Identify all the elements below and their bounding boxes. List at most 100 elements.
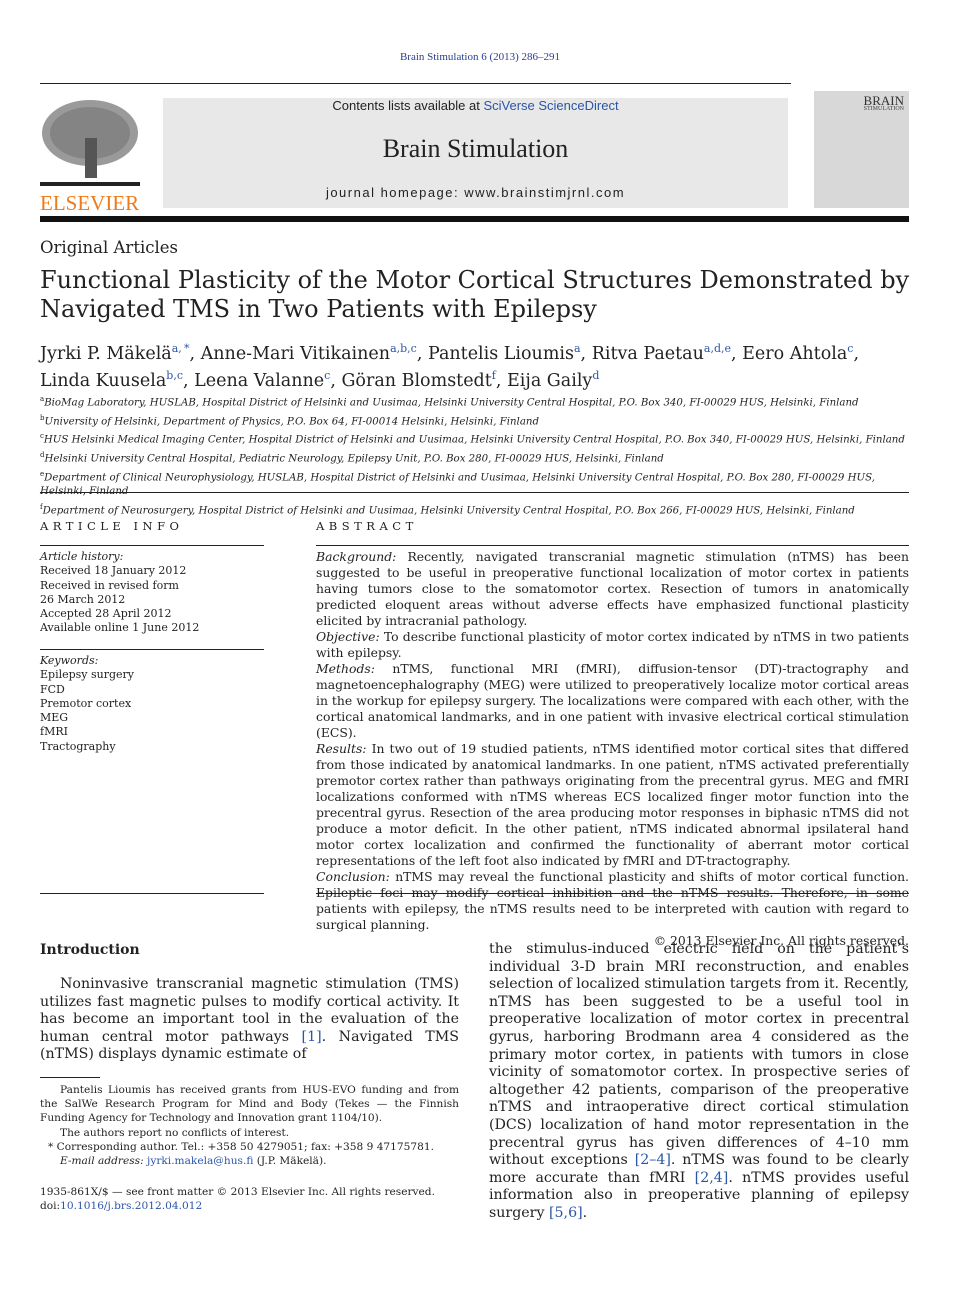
abstract-section-label: Conclusion: [316,869,390,884]
affiliation: dHelsinki University Central Hospital, P… [40,448,920,467]
abstract-section-text: nTMS, functional MRI (fMRI), diffusion-t… [316,661,909,740]
author-separator: , [853,343,860,364]
contents-prefix: Contents lists available at [332,98,484,113]
divider [316,545,909,546]
author-name[interactable]: Linda Kuusela [40,371,166,391]
email-label: E-mail address: [60,1155,144,1168]
keyword: Tractography [40,739,116,753]
abstract-section-methods: Methods: nTMS, functional MRI (fMRI), di… [316,661,909,741]
author-name[interactable]: Eija Gaily [507,371,592,391]
author-affiliation-marks[interactable]: a, * [172,342,190,355]
journal-cover-thumbnail[interactable]: BRAIN STIMULATION [814,91,909,208]
abstract-section-text: In two out of 19 studied patients, nTMS … [316,741,909,868]
article-title: Functional Plasticity of the Motor Corti… [40,266,910,323]
abstract-section-text: To describe functional plasticity of mot… [316,629,909,660]
author-name[interactable]: Ritva Paetau [592,344,704,364]
keyword: Premotor cortex [40,696,132,710]
author-name[interactable]: Anne-Mari Vitikainen [201,344,390,364]
affiliation-text: University of Helsinki, Department of Ph… [44,416,539,428]
elsevier-logo[interactable]: ELSEVIER [40,98,140,214]
front-matter-text: 1935-861X/$ — see front matter © 2013 El… [40,1186,435,1198]
abstract-section-label: Methods: [316,661,375,676]
author-separator: , [580,343,592,364]
history-item: Available online 1 June 2012 [40,621,200,635]
footnote-divider [40,1077,100,1078]
email-footnote: E-mail address: jyrki.makela@hus.fi (J.P… [40,1154,459,1168]
author-name[interactable]: Pantelis Lioumis [428,344,574,364]
divider [40,893,264,894]
author-separator: , [731,343,743,364]
journal-citation[interactable]: Brain Stimulation 6 (2013) 286–291 [0,51,960,63]
divider [40,492,909,493]
corresponding-footnote: * Corresponding author. Tel.: +358 50 42… [48,1140,434,1153]
front-matter: 1935-861X/$ — see front matter © 2013 El… [40,1185,459,1213]
author-name[interactable]: Leena Valanne [194,371,324,391]
author-list: Jyrki P. Mäkeläa, *, Anne-Mari Vitikaine… [40,338,920,392]
funding-footnote: Pantelis Lioumis has received grants fro… [40,1084,459,1125]
intro-paragraph-1: Noninvasive transcranial magnetic stimul… [40,976,459,1064]
author-name[interactable]: Eero Ahtola [742,344,847,364]
abstract-body: Background: Recently, navigated transcra… [316,549,909,949]
elsevier-tree-icon [40,100,140,186]
author-separator: , [495,370,508,391]
email-link[interactable]: jyrki.makela@hus.fi [147,1155,253,1167]
keyword-list: Epilepsy surgery FCD Premotor cortex MEG fMR… [40,668,264,754]
author-separator: , [330,370,342,391]
author-separator: , [416,343,428,364]
affiliation-text: Department of Neurosurgery, Hospital Dis… [42,505,855,517]
keywords-label: Keywords: [40,654,99,667]
body-text: the stimulus-induced electric field on t… [489,941,909,1169]
article-page: Brain Stimulation 6 (2013) 286–291 ELSEV… [0,0,960,1290]
body-text: . [582,1204,588,1221]
cover-subtitle: STIMULATION [863,106,904,112]
author-name[interactable]: Jyrki P. Mäkelä [40,344,172,364]
affiliation-text: Helsinki University Central Hospital, Pe… [44,453,664,465]
email-owner: (J.P. Mäkelä). [253,1155,327,1168]
author-affiliation-marks[interactable]: b,c [166,369,183,382]
keyword: Epilepsy surgery [40,668,135,682]
history-item: Accepted 28 April 2012 [40,607,172,621]
author-separator: , [183,370,195,391]
contents-line: Contents lists available at SciVerse Sci… [163,98,788,114]
journal-title: Brain Stimulation [382,134,569,163]
journal-homepage[interactable]: journal homepage: www.brainstimjrnl.com [163,185,788,200]
abstract-section-objective: Objective: To describe functional plasti… [316,629,909,661]
author-affiliation-marks[interactable]: a,b,c [390,342,417,355]
citation-link[interactable]: [2–4] [635,1152,671,1168]
footnotes: Pantelis Lioumis has received grants fro… [40,1083,459,1168]
affiliation-list: aBioMag Laboratory, HUSLAB, Hospital Dis… [40,392,920,518]
citation-link[interactable]: [2,4] [695,1170,729,1186]
conflicts-footnote: The authors report no conflicts of inter… [60,1126,290,1139]
doi-label: doi: [40,1200,61,1213]
article-info-heading: ARTICLE INFO [40,519,184,533]
doi-link[interactable]: 10.1016/j.brs.2012.04.012 [60,1200,202,1212]
author-affiliation-marks[interactable]: d [592,369,599,382]
citation-link[interactable]: [1] [302,1029,322,1045]
divider [40,649,264,650]
keyword: FCD [40,682,65,696]
sciencedirect-link[interactable]: SciVerse ScienceDirect [483,98,618,113]
citation-link[interactable]: [5,6] [549,1205,583,1221]
divider [40,545,264,546]
history-label: Article history: [40,550,124,563]
article-history: Article history: Received 18 January 201… [40,550,264,636]
author-affiliation-marks[interactable]: a,d,e [704,342,731,355]
divider [40,83,791,84]
affiliation: cHUS Helsinki Medical Imaging Center, Ho… [40,429,920,448]
corresponding-text: Corresponding author. Tel.: +358 50 4279… [56,1140,434,1153]
abstract-section-text: nTMS may reveal the functional plasticit… [316,869,909,932]
affiliation-text: HUS Helsinki Medical Imaging Center, Hos… [43,434,905,446]
divider [316,893,909,894]
abstract-section-label: Background: [316,549,397,564]
history-item: Received in revised form [40,578,179,592]
author-name[interactable]: Göran Blomstedt [341,371,491,391]
history-item: Received 18 January 2012 [40,564,187,578]
affiliation: bUniversity of Helsinki, Department of P… [40,411,920,430]
abstract-section-text: Recently, navigated transcranial magneti… [316,549,909,628]
abstract-section-results: Results: In two out of 19 studied patien… [316,741,909,869]
affiliation-text: BioMag Laboratory, HUSLAB, Hospital Dist… [44,397,859,409]
affiliation: eDepartment of Clinical Neurophysiology,… [40,467,920,500]
doi-line: doi:10.1016/j.brs.2012.04.012 [40,1199,459,1213]
abstract-heading: ABSTRACT [316,519,418,533]
keyword: MEG [40,711,69,725]
